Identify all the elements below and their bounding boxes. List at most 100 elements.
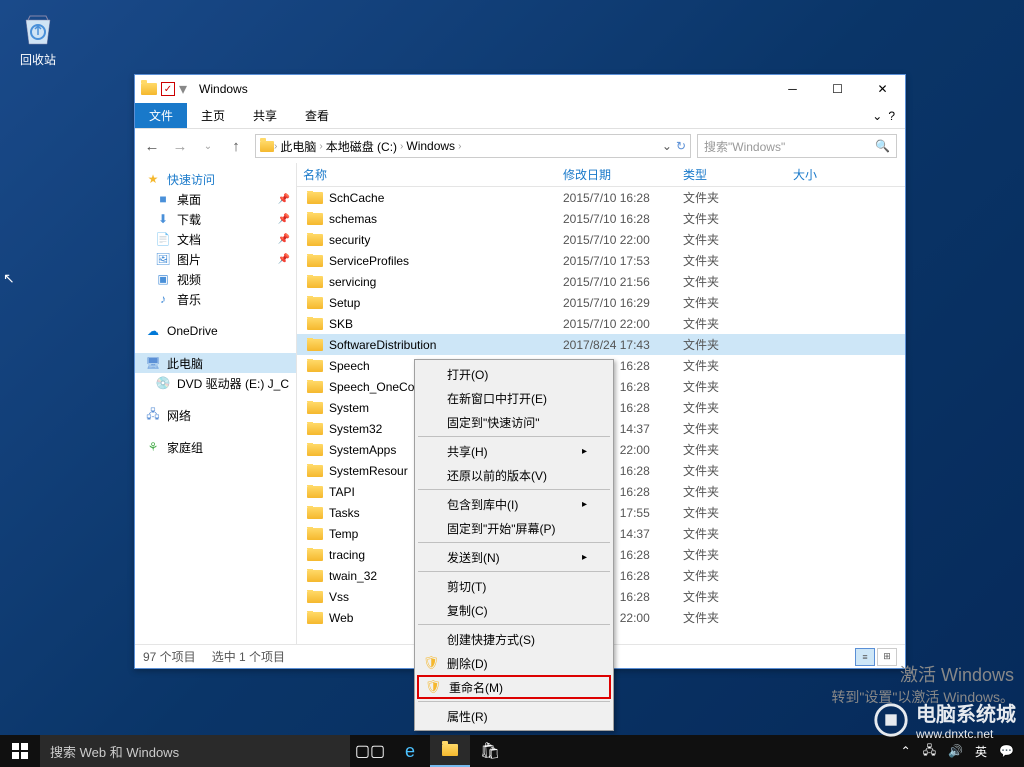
file-name: Tasks: [329, 506, 360, 520]
sidebar-onedrive[interactable]: ☁OneDrive: [135, 321, 296, 341]
sidebar-this-pc[interactable]: 🖥此电脑: [135, 353, 296, 373]
sidebar-network[interactable]: 🖧网络: [135, 405, 296, 425]
desktop-icon: ■: [155, 191, 171, 207]
sidebar-item-music[interactable]: ♪音乐: [135, 289, 296, 309]
table-row[interactable]: SKB2015/7/10 22:00文件夹: [297, 313, 905, 334]
refresh-icon[interactable]: ↻: [676, 139, 686, 153]
explorer-taskbar-icon[interactable]: [430, 735, 470, 767]
cursor-icon: ↖: [3, 270, 15, 287]
monitor-icon: 🖥: [145, 355, 161, 371]
file-name: schemas: [329, 212, 377, 226]
menu-pin-quick-access[interactable]: 固定到"快速访问": [417, 410, 611, 434]
folder-icon: [307, 444, 323, 456]
volume-icon[interactable]: 🔊: [948, 744, 963, 758]
table-row[interactable]: ServiceProfiles2015/7/10 17:53文件夹: [297, 250, 905, 271]
menu-cut[interactable]: 剪切(T): [417, 574, 611, 598]
tab-share[interactable]: 共享: [239, 103, 291, 128]
tray-expand-icon[interactable]: ⌃: [901, 744, 911, 758]
table-row[interactable]: Setup2015/7/10 16:29文件夹: [297, 292, 905, 313]
table-row[interactable]: SchCache2015/7/10 16:28文件夹: [297, 187, 905, 208]
file-name: Web: [329, 611, 353, 625]
network-icon: 🖧: [145, 407, 161, 423]
maximize-button[interactable]: ☐: [815, 75, 860, 103]
breadcrumb-pc[interactable]: 此电脑: [277, 138, 319, 155]
menu-open-new-window[interactable]: 在新窗口中打开(E): [417, 386, 611, 410]
col-name-header[interactable]: 名称: [303, 166, 563, 183]
tab-view[interactable]: 查看: [291, 103, 343, 128]
menu-send-to[interactable]: 发送到(N)▸: [417, 545, 611, 569]
folder-icon: [307, 507, 323, 519]
sidebar-item-desktop[interactable]: ■桌面📌: [135, 189, 296, 209]
menu-restore-versions[interactable]: 还原以前的版本(V): [417, 463, 611, 487]
back-button[interactable]: ←: [139, 133, 165, 159]
tab-file[interactable]: 文件: [135, 103, 187, 128]
col-date-header[interactable]: 修改日期: [563, 166, 683, 183]
folder-icon: [307, 591, 323, 603]
search-icon[interactable]: 🔍: [875, 139, 890, 153]
menu-include-library[interactable]: 包含到库中(I)▸: [417, 492, 611, 516]
ribbon-expand-icon[interactable]: ⌄ ?: [862, 103, 905, 128]
table-row[interactable]: schemas2015/7/10 16:28文件夹: [297, 208, 905, 229]
sidebar-dvd[interactable]: 💿DVD 驱动器 (E:) J_C: [135, 373, 296, 393]
menu-copy[interactable]: 复制(C): [417, 598, 611, 622]
file-type: 文件夹: [683, 336, 793, 353]
breadcrumb-folder[interactable]: Windows: [403, 139, 458, 153]
file-date: 2017/8/24 17:43: [563, 338, 683, 352]
table-row[interactable]: SoftwareDistribution2017/8/24 17:43文件夹: [297, 334, 905, 355]
file-type: 文件夹: [683, 294, 793, 311]
file-name: tracing: [329, 548, 365, 562]
table-row[interactable]: security2015/7/10 22:00文件夹: [297, 229, 905, 250]
history-dropdown-icon[interactable]: ⌄: [195, 133, 221, 159]
close-button[interactable]: ✕: [860, 75, 905, 103]
table-row[interactable]: servicing2015/7/10 21:56文件夹: [297, 271, 905, 292]
menu-properties[interactable]: 属性(R): [417, 704, 611, 728]
start-button[interactable]: [0, 735, 40, 767]
up-button[interactable]: ↑: [223, 133, 249, 159]
folder-icon: [307, 255, 323, 267]
sidebar-item-videos[interactable]: ▣视频: [135, 269, 296, 289]
breadcrumb-drive[interactable]: 本地磁盘 (C:): [323, 138, 400, 155]
sidebar-item-pictures[interactable]: 🖼图片📌: [135, 249, 296, 269]
notification-icon[interactable]: 💬: [999, 744, 1014, 758]
sidebar-homegroup[interactable]: ⚘家庭组: [135, 437, 296, 457]
col-size-header[interactable]: 大小: [793, 166, 905, 183]
folder-icon: [307, 213, 323, 225]
menu-open[interactable]: 打开(O): [417, 362, 611, 386]
column-headers: 名称 修改日期 类型 大小: [297, 163, 905, 187]
taskbar-search[interactable]: 搜索 Web 和 Windows: [40, 735, 350, 767]
search-input[interactable]: 搜索"Windows" 🔍: [697, 134, 897, 158]
sidebar-quick-access[interactable]: ★快速访问: [135, 169, 296, 189]
file-type: 文件夹: [683, 525, 793, 542]
addr-dropdown-icon[interactable]: ⌄: [662, 139, 672, 153]
file-type: 文件夹: [683, 462, 793, 479]
address-bar[interactable]: › 此电脑 › 本地磁盘 (C:) › Windows › ⌄ ↻: [255, 134, 691, 158]
tab-home[interactable]: 主页: [187, 103, 239, 128]
sidebar-item-documents[interactable]: 📄文档📌: [135, 229, 296, 249]
file-date: 2015/7/10 22:00: [563, 233, 683, 247]
menu-share[interactable]: 共享(H)▸: [417, 439, 611, 463]
menu-pin-start[interactable]: 固定到"开始"屏幕(P): [417, 516, 611, 540]
shield-icon: 🛡: [425, 679, 441, 695]
store-icon[interactable]: 🛍: [470, 735, 510, 767]
recycle-bin-desktop-icon[interactable]: 回收站: [18, 8, 58, 68]
qat-dropdown-icon[interactable]: ▾: [179, 79, 187, 99]
menu-separator: [418, 571, 610, 572]
file-date: 2015/7/10 17:53: [563, 254, 683, 268]
edge-icon[interactable]: e: [390, 735, 430, 767]
forward-button[interactable]: →: [167, 133, 193, 159]
menu-separator: [418, 701, 610, 702]
qat-properties-icon[interactable]: ✓: [161, 82, 175, 96]
network-tray-icon[interactable]: 🖧: [923, 741, 936, 762]
ime-icon[interactable]: 英: [975, 743, 987, 760]
menu-rename[interactable]: 🛡重命名(M): [417, 675, 611, 699]
sidebar-item-downloads[interactable]: ⬇下载📌: [135, 209, 296, 229]
addr-folder-icon: [260, 141, 274, 152]
menu-create-shortcut[interactable]: 创建快捷方式(S): [417, 627, 611, 651]
titlebar[interactable]: ✓ ▾ Windows ─ ☐ ✕: [135, 75, 905, 103]
file-type: 文件夹: [683, 378, 793, 395]
col-type-header[interactable]: 类型: [683, 166, 793, 183]
file-type: 文件夹: [683, 189, 793, 206]
menu-delete[interactable]: 🛡删除(D): [417, 651, 611, 675]
task-view-icon[interactable]: ▢▢: [350, 735, 390, 767]
minimize-button[interactable]: ─: [770, 75, 815, 103]
